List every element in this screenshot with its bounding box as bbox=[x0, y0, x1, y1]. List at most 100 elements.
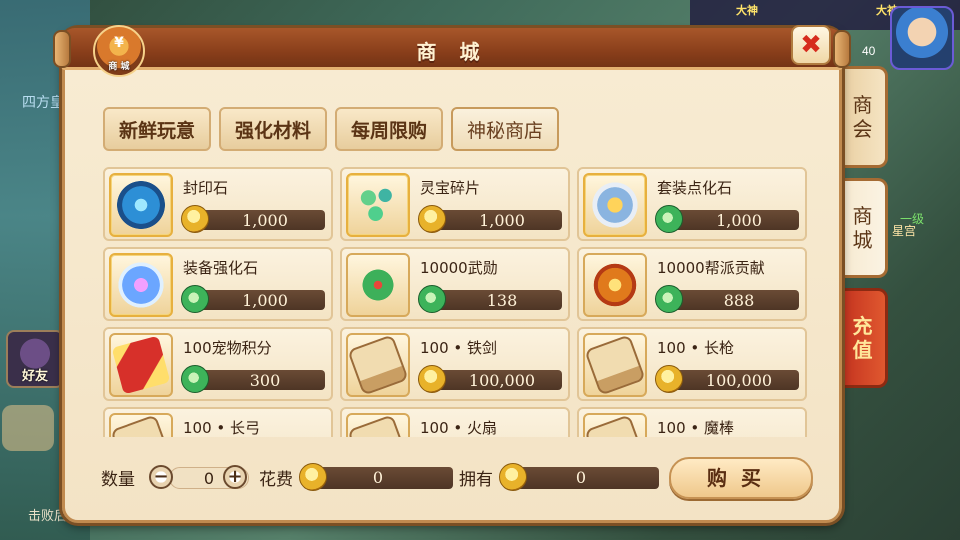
item-price-bar: 1,000 bbox=[181, 205, 325, 233]
owned-label: 拥有 bbox=[459, 470, 493, 490]
tab-weekly-limited[interactable]: 每周限购 bbox=[335, 107, 444, 151]
item-price: 1,000 bbox=[242, 211, 288, 230]
item-price-bar: 100,000 bbox=[655, 365, 799, 393]
item-name: 100 • 魔棒 bbox=[657, 419, 735, 437]
shop-item-card[interactable]: 100 • 火扇 bbox=[340, 407, 570, 437]
shop-logo-icon: ¥ 商 城 bbox=[93, 25, 145, 77]
item-price-bar: 1,000 bbox=[181, 285, 325, 313]
friends-button[interactable]: 好友 bbox=[6, 330, 64, 388]
item-price-bar: 300 bbox=[181, 365, 325, 393]
scroll-icon bbox=[347, 414, 409, 437]
shop-item-card[interactable]: 100 • 长弓 bbox=[103, 407, 333, 437]
chat-icon[interactable] bbox=[2, 405, 54, 451]
top-player-name: 大神 bbox=[736, 5, 758, 17]
item-icon-frame bbox=[109, 413, 173, 437]
item-name: 封印石 bbox=[183, 179, 229, 197]
shop-item-card[interactable]: 100 • 长枪 100,000 bbox=[577, 327, 807, 401]
item-name: 100 • 长枪 bbox=[657, 339, 735, 357]
item-price: 1,000 bbox=[242, 291, 288, 310]
tab-label: 强化材料 bbox=[235, 119, 312, 142]
increase-quantity-button[interactable]: + bbox=[223, 465, 247, 489]
shop-item-card[interactable]: 100 • 魔棒 bbox=[577, 407, 807, 437]
cost-value: 0 bbox=[372, 468, 384, 487]
window-title: 商 城 bbox=[416, 40, 488, 64]
tab-label: 每周限购 bbox=[351, 119, 428, 142]
owned-value: 0 bbox=[575, 468, 587, 487]
scroll-icon bbox=[110, 414, 172, 437]
close-button[interactable]: ✖ bbox=[791, 25, 831, 65]
shop-item-card[interactable]: 10000武勋 138 bbox=[340, 247, 570, 321]
tab-enhance-materials[interactable]: 强化材料 bbox=[219, 107, 328, 151]
buy-button[interactable]: 购买 bbox=[669, 457, 813, 499]
item-icon-frame bbox=[583, 253, 647, 317]
item-price-bar: 1,000 bbox=[418, 205, 562, 233]
merit-token-icon bbox=[354, 261, 402, 309]
seal-stone-icon bbox=[117, 181, 165, 229]
tab-label: 神秘商店 bbox=[467, 119, 544, 142]
side-tab-label: 商城 bbox=[852, 204, 873, 252]
item-name: 装备强化石 bbox=[183, 259, 259, 277]
item-icon-frame bbox=[583, 413, 647, 437]
treasure-fragment-icon bbox=[354, 181, 402, 229]
friends-label: 好友 bbox=[21, 368, 48, 383]
tab-label: 新鲜玩意 bbox=[119, 119, 196, 142]
decrease-quantity-button[interactable]: − bbox=[149, 465, 173, 489]
item-icon-frame bbox=[346, 173, 410, 237]
shop-item-card[interactable]: 灵宝碎片 1,000 bbox=[340, 167, 570, 241]
shop-item-card[interactable]: 100 • 铁剑 100,000 bbox=[340, 327, 570, 401]
item-price-bar: 100,000 bbox=[418, 365, 562, 393]
item-price: 138 bbox=[486, 291, 518, 310]
item-icon-frame bbox=[109, 173, 173, 237]
background-location-text: 四方皇 bbox=[22, 94, 64, 110]
item-name: 100 • 火扇 bbox=[420, 419, 498, 437]
item-price-bar: 138 bbox=[418, 285, 562, 313]
enhance-stone-icon bbox=[117, 261, 165, 309]
shop-item-card[interactable]: 封印石 1,000 bbox=[103, 167, 333, 241]
cost-label: 花费 bbox=[259, 470, 293, 490]
owned-bar: 0 bbox=[499, 463, 659, 491]
scroll-icon bbox=[584, 334, 646, 396]
tab-new-items[interactable]: 新鲜玩意 bbox=[103, 107, 212, 151]
shop-item-card[interactable]: 装备强化石 1,000 bbox=[103, 247, 333, 321]
item-name: 100宠物积分 bbox=[183, 339, 272, 357]
scroll-icon bbox=[584, 414, 646, 437]
item-price: 100,000 bbox=[705, 371, 773, 390]
item-price: 1,000 bbox=[479, 211, 525, 230]
item-name: 10000帮派贡献 bbox=[657, 259, 765, 277]
player-level: 40 bbox=[862, 44, 876, 58]
shop-window: 商 城 ¥ 商 城 ✖ 新鲜玩意 强化材料 每周限购 神秘商店 封印石 1,00… bbox=[53, 25, 851, 523]
side-tab-mall[interactable]: 商城 bbox=[840, 178, 888, 278]
item-price-bar: 1,000 bbox=[655, 205, 799, 233]
item-name: 10000武勋 bbox=[420, 259, 498, 277]
item-name: 100 • 长弓 bbox=[183, 419, 261, 437]
item-icon-frame bbox=[346, 333, 410, 397]
side-tab-label: 充值 bbox=[852, 314, 873, 362]
item-price: 100,000 bbox=[468, 371, 536, 390]
purchase-bar: 数量 0 − + 花费 0 拥有 0 购买 bbox=[99, 457, 819, 501]
pet-card-icon bbox=[111, 335, 171, 395]
tab-mystery-shop[interactable]: 神秘商店 bbox=[451, 107, 560, 151]
item-name: 100 • 铁剑 bbox=[420, 339, 498, 357]
quantity-label: 数量 bbox=[101, 470, 135, 490]
guild-token-icon bbox=[591, 261, 639, 309]
item-icon-frame bbox=[109, 333, 173, 397]
item-name: 套装点化石 bbox=[657, 179, 733, 197]
title-bar: 商 城 bbox=[53, 28, 851, 70]
category-tabs: 新鲜玩意 强化材料 每周限购 神秘商店 bbox=[103, 107, 560, 151]
side-tab-guild-shop[interactable]: 商会 bbox=[840, 66, 888, 168]
player-avatar[interactable] bbox=[890, 6, 954, 70]
item-icon-frame bbox=[346, 413, 410, 437]
item-price-bar: 888 bbox=[655, 285, 799, 313]
yen-symbol: ¥ bbox=[114, 35, 124, 51]
side-tab-recharge[interactable]: 充值 bbox=[840, 288, 888, 388]
item-icon-frame bbox=[109, 253, 173, 317]
shop-item-card[interactable]: 10000帮派贡献 888 bbox=[577, 247, 807, 321]
side-tab-label: 商会 bbox=[852, 93, 873, 141]
cost-bar: 0 bbox=[299, 463, 453, 491]
suit-stone-icon bbox=[591, 181, 639, 229]
item-price: 300 bbox=[249, 371, 281, 390]
shop-item-card[interactable]: 100宠物积分 300 bbox=[103, 327, 333, 401]
item-name: 灵宝碎片 bbox=[420, 179, 481, 197]
shop-item-card[interactable]: 套装点化石 1,000 bbox=[577, 167, 807, 241]
background-right-text: 星宫 bbox=[892, 224, 917, 238]
